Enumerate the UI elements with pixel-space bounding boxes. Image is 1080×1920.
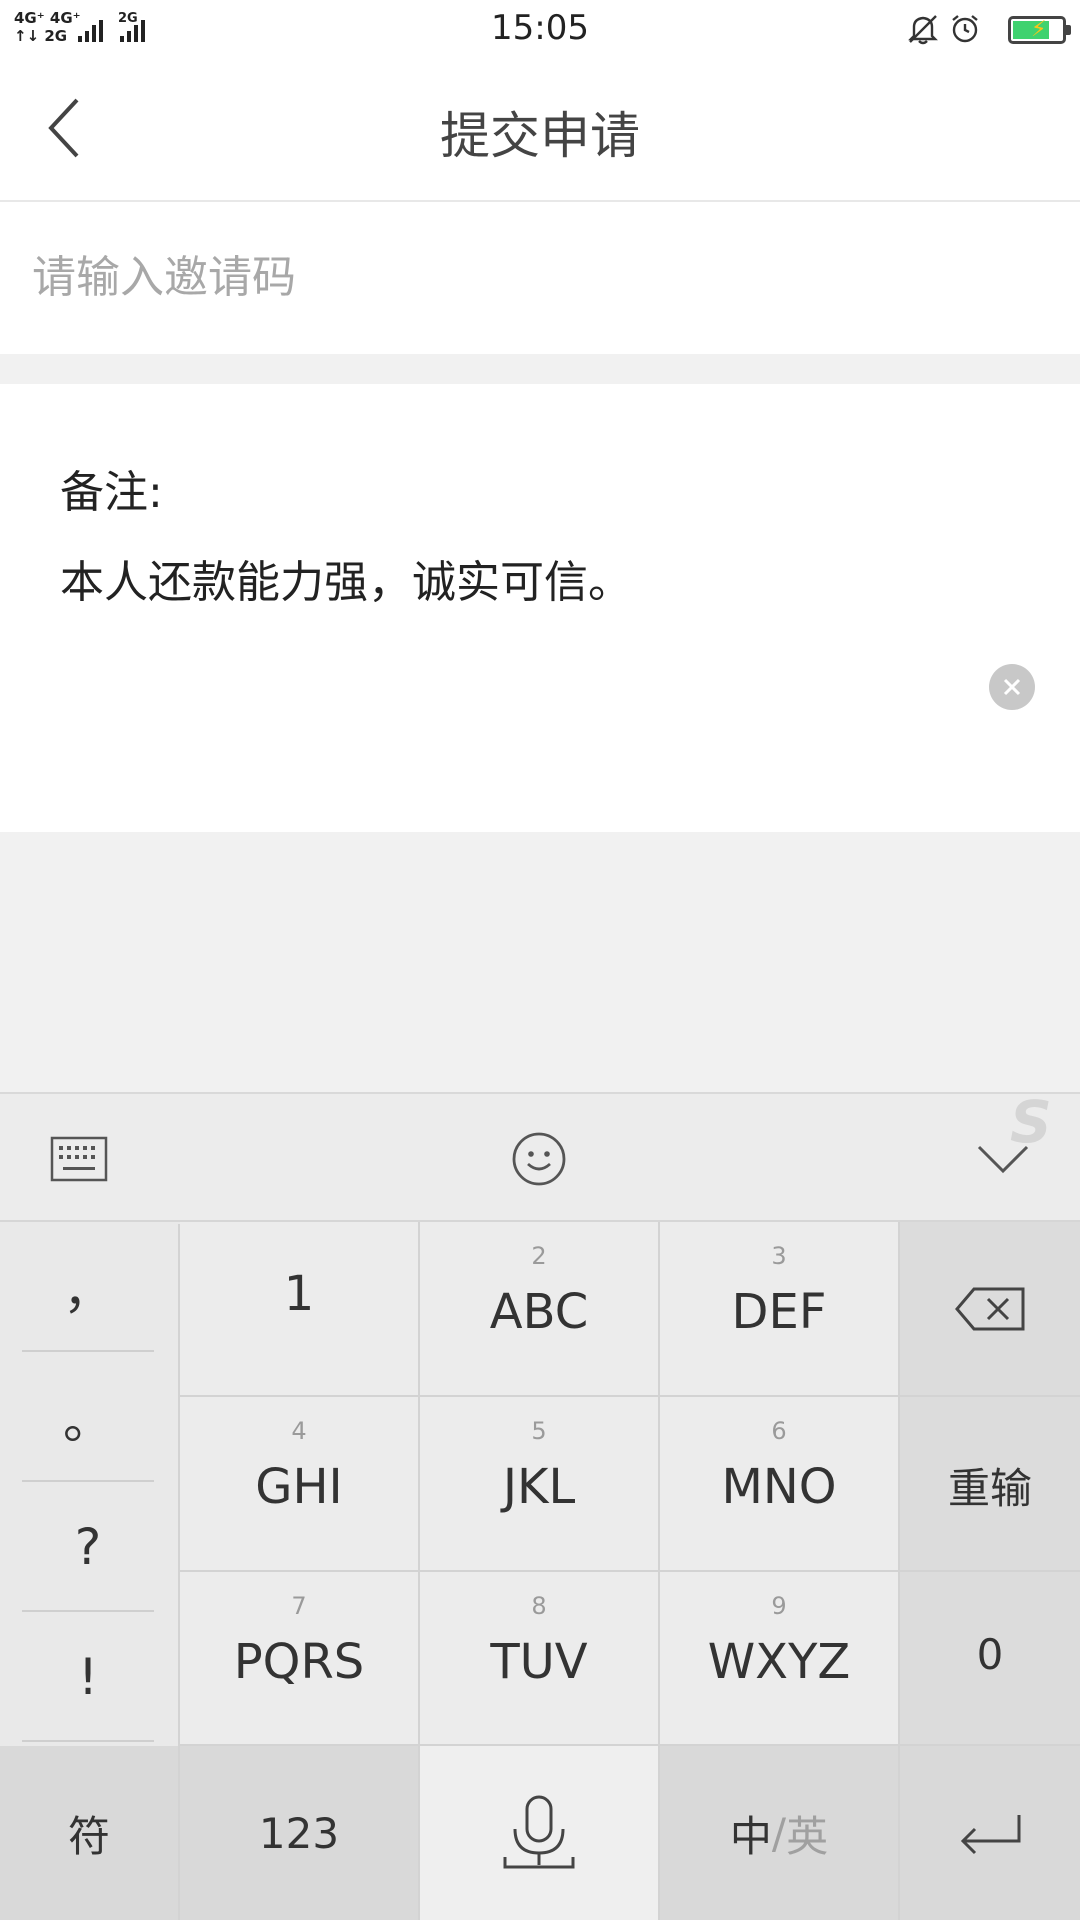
status-icons: ⚡ bbox=[906, 10, 1071, 50]
punct-key-period[interactable]: 。 bbox=[22, 1354, 154, 1482]
key-abc[interactable]: 2 ABC bbox=[420, 1222, 660, 1397]
enter-key[interactable] bbox=[900, 1746, 1080, 1920]
key-mno[interactable]: 6 MNO bbox=[660, 1397, 900, 1572]
sogou-watermark: S bbox=[1010, 1088, 1052, 1144]
key-def[interactable]: 3 DEF bbox=[660, 1222, 900, 1397]
status-bar: 4G⁺ 4G⁺ ↑↓ 2G 2G 15:05 ⚡ bbox=[0, 0, 1080, 58]
key-0[interactable]: 0 bbox=[900, 1572, 1080, 1746]
voice-input-key[interactable] bbox=[420, 1746, 660, 1920]
delete-key[interactable] bbox=[900, 1222, 1080, 1397]
symbols-key[interactable]: 符 bbox=[0, 1746, 180, 1920]
punctuation-column: ， 。 ? ! bbox=[0, 1224, 180, 1748]
invite-code-input[interactable] bbox=[32, 242, 1032, 312]
reenter-key[interactable]: 重输 bbox=[900, 1397, 1080, 1572]
app-header: 提交申请 bbox=[0, 58, 1080, 202]
note-textarea[interactable]: 本人还款能力强，诚实可信。 bbox=[60, 546, 632, 610]
collapse-chevron-icon bbox=[977, 1145, 1029, 1174]
lang-en-label: 英 bbox=[786, 1811, 829, 1861]
key-1[interactable]: 1 bbox=[180, 1222, 420, 1397]
keyboard-toolbar: S bbox=[0, 1088, 1080, 1222]
note-label: 备注: bbox=[60, 467, 163, 518]
microphone-icon bbox=[503, 1795, 575, 1869]
keyboard-switch-button[interactable] bbox=[44, 1124, 114, 1194]
key-ghi[interactable]: 4 GHI bbox=[180, 1397, 420, 1572]
enter-icon bbox=[960, 1815, 1021, 1855]
punct-key-exclaim[interactable]: ! bbox=[22, 1614, 154, 1742]
key-tuv[interactable]: 8 TUV bbox=[420, 1572, 660, 1746]
key-jkl[interactable]: 5 JKL bbox=[420, 1397, 660, 1572]
key-pqrs[interactable]: 7 PQRS bbox=[180, 1572, 420, 1746]
keyboard-icon bbox=[50, 1136, 108, 1182]
bell-muted-icon bbox=[906, 12, 940, 50]
invite-code-row bbox=[0, 202, 1080, 354]
lang-zh-label: 中 bbox=[729, 1811, 772, 1861]
note-box[interactable]: 备注: 本人还款能力强，诚实可信。 bbox=[0, 384, 1080, 832]
clear-button[interactable] bbox=[989, 664, 1035, 710]
emoji-button[interactable] bbox=[504, 1124, 574, 1194]
emoji-icon bbox=[512, 1132, 566, 1186]
punct-key-comma[interactable]: ， bbox=[22, 1224, 154, 1352]
lang-slash: / bbox=[771, 1808, 787, 1858]
battery-charging-icon: ⚡ bbox=[1008, 16, 1071, 44]
language-toggle-key[interactable]: 中 / 英 bbox=[660, 1746, 900, 1920]
clear-circle-icon bbox=[1003, 678, 1021, 696]
punct-key-question[interactable]: ? bbox=[22, 1484, 154, 1612]
backspace-icon bbox=[955, 1287, 1025, 1330]
page-title: 提交申请 bbox=[440, 107, 640, 165]
numbers-key[interactable]: 123 bbox=[180, 1746, 420, 1920]
alarm-icon bbox=[948, 12, 982, 50]
key-wxyz[interactable]: 9 WXYZ bbox=[660, 1572, 900, 1746]
